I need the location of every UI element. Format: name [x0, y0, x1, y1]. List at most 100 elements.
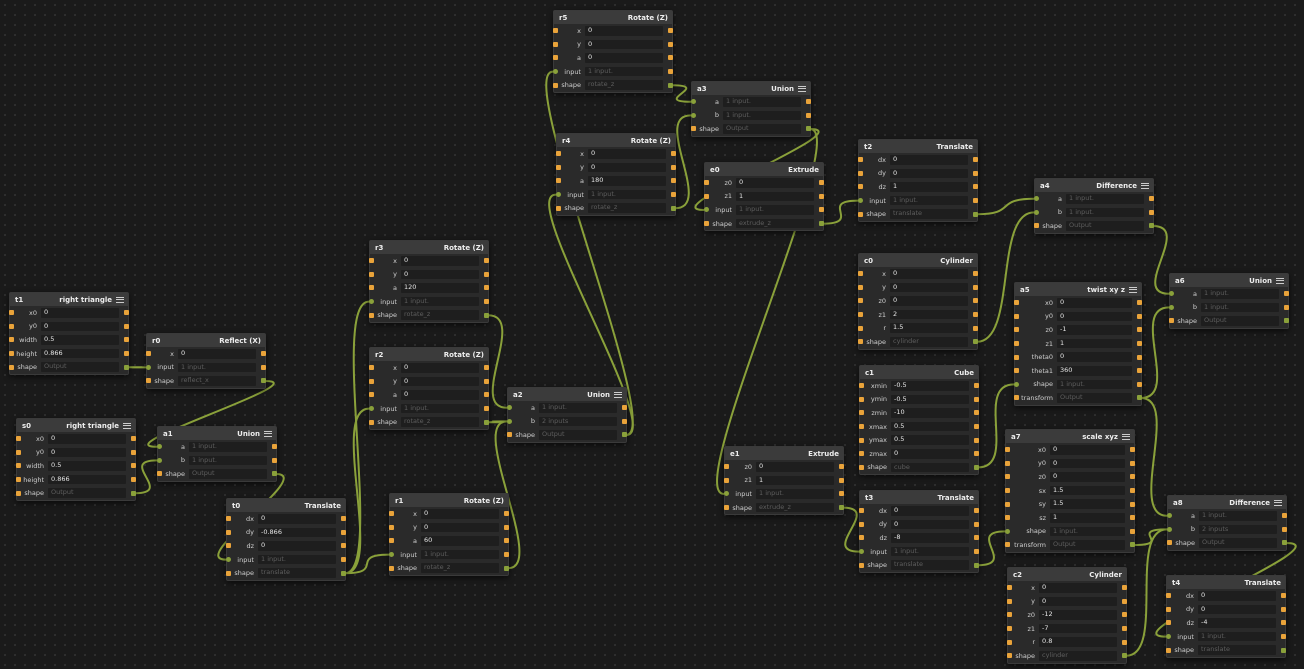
output-port[interactable] — [974, 424, 979, 430]
input-port[interactable] — [1005, 474, 1010, 480]
param-field-x[interactable]: 0 — [401, 363, 479, 373]
node-header[interactable]: r1 Rotate (Z) — [390, 494, 508, 507]
param-field-transform[interactable]: Output — [1057, 393, 1132, 403]
output-port[interactable] — [1130, 515, 1135, 521]
param-field-x0[interactable]: 0 — [41, 308, 119, 318]
output-port[interactable] — [341, 529, 346, 535]
output-port[interactable] — [124, 310, 129, 316]
output-port[interactable] — [1149, 223, 1154, 229]
output-port[interactable] — [341, 570, 346, 576]
param-field-dx[interactable]: 0 — [891, 506, 969, 516]
output-port[interactable] — [671, 205, 676, 211]
output-port[interactable] — [484, 312, 489, 318]
input-port[interactable] — [226, 570, 231, 576]
node-header[interactable]: a8 Difference — [1168, 496, 1286, 509]
output-port[interactable] — [1137, 395, 1142, 401]
param-field-zmin[interactable]: -10 — [891, 408, 969, 418]
output-port[interactable] — [974, 464, 979, 470]
menu-icon[interactable] — [1129, 285, 1137, 294]
param-field-shape[interactable]: Output — [48, 488, 126, 498]
param-field-theta0[interactable]: 0 — [1057, 352, 1132, 362]
param-field-input[interactable]: 1 input. — [890, 195, 968, 206]
output-port[interactable] — [668, 82, 673, 88]
input-port[interactable] — [1005, 542, 1010, 548]
input-port[interactable] — [704, 193, 709, 199]
input-port[interactable] — [858, 271, 863, 277]
param-field-shape[interactable]: Output — [723, 124, 801, 134]
node-t0[interactable]: t0 Translate dx 0 dy -0.866 dz 0 input 1… — [226, 498, 346, 581]
output-port[interactable] — [974, 549, 979, 555]
param-field-input[interactable]: 1 input. — [756, 489, 834, 499]
param-field-x[interactable]: 0 — [401, 256, 479, 266]
output-port[interactable] — [1122, 598, 1127, 604]
input-port[interactable] — [556, 151, 561, 157]
param-field-dx[interactable]: 0 — [890, 155, 968, 165]
input-port[interactable] — [1014, 300, 1019, 306]
param-field-xmin[interactable]: -0.5 — [891, 381, 969, 391]
output-port[interactable] — [1130, 501, 1135, 507]
input-port[interactable] — [146, 378, 151, 384]
input-port[interactable] — [1014, 368, 1019, 374]
input-port[interactable] — [724, 464, 729, 470]
input-port[interactable] — [1166, 620, 1171, 626]
node-header[interactable]: a5 twist xy z — [1015, 283, 1141, 296]
menu-icon[interactable] — [264, 429, 272, 438]
output-port[interactable] — [341, 557, 346, 563]
node-c1[interactable]: c1 Cube xmin -0.5 ymin -0.5 zmin -10 xma… — [859, 365, 979, 476]
param-field-shape[interactable]: 1 input. — [1057, 379, 1132, 390]
menu-icon[interactable] — [1274, 498, 1282, 507]
param-field-a[interactable]: 1 input. — [1199, 511, 1277, 521]
output-port[interactable] — [131, 490, 136, 496]
output-port[interactable] — [1282, 513, 1287, 519]
output-port[interactable] — [973, 284, 978, 290]
param-field-height[interactable]: 0.866 — [41, 348, 119, 359]
output-port[interactable] — [1281, 634, 1286, 640]
param-field-input[interactable]: 1 input. — [891, 546, 969, 557]
input-port[interactable] — [1007, 626, 1012, 632]
input-port[interactable] — [9, 337, 14, 343]
output-port[interactable] — [1130, 460, 1135, 466]
node-header[interactable]: r2 Rotate (Z) — [370, 348, 488, 361]
input-port[interactable] — [858, 211, 863, 217]
output-port[interactable] — [272, 457, 277, 463]
input-port[interactable] — [1169, 304, 1174, 310]
param-field-b[interactable]: 1 input. — [723, 110, 801, 121]
param-field-shape[interactable]: Output — [189, 469, 267, 479]
input-port[interactable] — [9, 323, 14, 329]
input-port[interactable] — [1014, 381, 1019, 387]
node-header[interactable]: e1 Extrude — [725, 447, 843, 460]
param-field-shape[interactable]: reflect_x — [178, 376, 256, 386]
param-field-ymin[interactable]: -0.5 — [891, 394, 969, 405]
input-port[interactable] — [16, 477, 21, 483]
output-port[interactable] — [261, 364, 266, 370]
node-r2[interactable]: r2 Rotate (Z) x 0 y 0 a 0 input 1 input.… — [369, 347, 489, 430]
output-port[interactable] — [1281, 606, 1286, 612]
param-field-shape[interactable]: rotate_z — [421, 563, 499, 573]
output-port[interactable] — [671, 164, 676, 170]
node-a1[interactable]: a1 Union a 1 input. b 1 input. shape Out… — [157, 426, 277, 482]
input-port[interactable] — [858, 170, 863, 176]
input-port[interactable] — [1166, 606, 1171, 612]
output-port[interactable] — [1137, 368, 1142, 374]
output-port[interactable] — [806, 112, 811, 118]
output-port[interactable] — [484, 419, 489, 425]
input-port[interactable] — [1005, 460, 1010, 466]
input-port[interactable] — [1166, 593, 1171, 599]
param-field-y[interactable]: 0 — [1039, 596, 1117, 607]
param-field-r[interactable]: 0.8 — [1039, 637, 1117, 647]
param-field-shape[interactable]: rotate_z — [585, 80, 663, 90]
param-field-y[interactable]: 0 — [401, 269, 479, 280]
param-field-dz[interactable]: -4 — [1198, 618, 1276, 628]
input-port[interactable] — [859, 535, 864, 541]
input-port[interactable] — [389, 565, 394, 571]
input-port[interactable] — [859, 451, 864, 457]
output-port[interactable] — [484, 299, 489, 305]
output-port[interactable] — [484, 392, 489, 398]
output-port[interactable] — [668, 28, 673, 34]
output-port[interactable] — [973, 312, 978, 318]
node-header[interactable]: c2 Cylinder — [1008, 568, 1126, 581]
input-port[interactable] — [1014, 327, 1019, 333]
output-port[interactable] — [974, 535, 979, 541]
param-field-y0[interactable]: 0 — [48, 447, 126, 458]
output-port[interactable] — [974, 562, 979, 568]
